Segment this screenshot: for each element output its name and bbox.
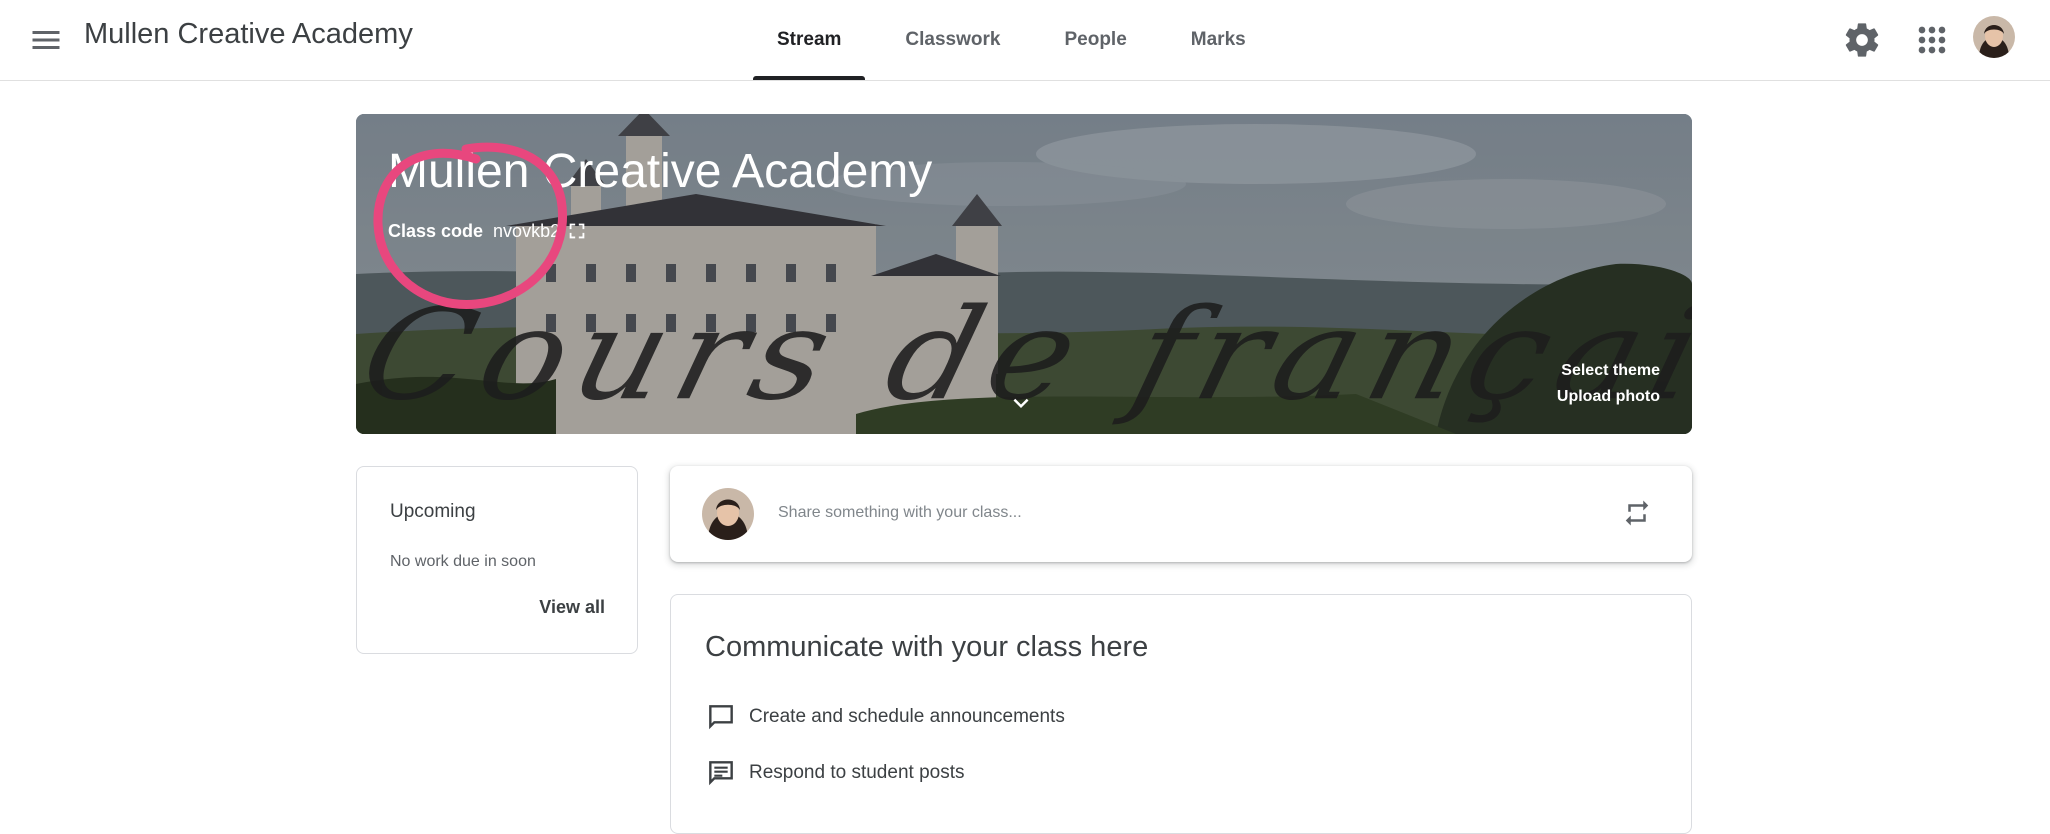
class-title[interactable]: Mullen Creative Academy — [84, 18, 413, 51]
list-item-label: Create and schedule announcements — [749, 706, 1065, 727]
avatar — [702, 488, 754, 540]
select-theme-link[interactable]: Select theme — [1561, 362, 1660, 380]
tab-marks[interactable]: Marks — [1159, 0, 1278, 80]
comment-icon — [709, 761, 733, 786]
upcoming-card: Upcoming No work due in soon View all — [356, 466, 638, 654]
upload-photo-link[interactable]: Upload photo — [1557, 388, 1660, 406]
communicate-heading: Communicate with your class here — [705, 631, 1149, 663]
class-banner: Cours de français Mullen Creative Academ… — [356, 114, 1692, 434]
share-box[interactable]: Share something with your class... — [670, 466, 1692, 562]
top-app-bar: Mullen Creative Academy Stream Classwork… — [0, 0, 2050, 81]
announcement-icon — [709, 705, 733, 730]
tab-stream[interactable]: Stream — [745, 0, 873, 80]
apps-grid-icon[interactable] — [1912, 20, 1952, 60]
repost-icon[interactable] — [1622, 498, 1652, 528]
list-item: Respond to student posts — [705, 757, 964, 789]
share-input[interactable]: Share something with your class... — [778, 504, 1022, 522]
list-item: Create and schedule announcements — [705, 701, 1065, 733]
upcoming-heading: Upcoming — [390, 501, 476, 522]
list-item-label: Respond to student posts — [749, 762, 965, 783]
communicate-card: Communicate with your class here Create … — [670, 594, 1692, 834]
annotation-circle — [373, 142, 567, 309]
tab-bar: Stream Classwork People Marks — [745, 0, 1278, 80]
view-all-link[interactable]: View all — [539, 597, 605, 618]
tab-people[interactable]: People — [1032, 0, 1158, 80]
account-avatar[interactable] — [1973, 16, 2015, 58]
upcoming-empty-text: No work due in soon — [390, 553, 536, 570]
settings-gear-icon[interactable] — [1842, 20, 1882, 60]
chevron-down-icon[interactable] — [1006, 388, 1036, 418]
hamburger-menu-icon[interactable] — [28, 22, 64, 58]
tab-classwork[interactable]: Classwork — [873, 0, 1032, 80]
